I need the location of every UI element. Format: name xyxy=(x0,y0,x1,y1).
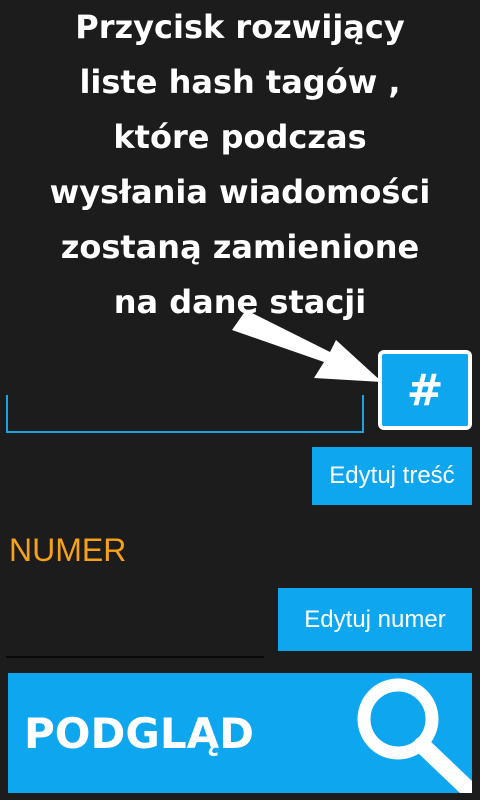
number-label: NUMER xyxy=(9,532,127,568)
message-input[interactable] xyxy=(6,395,364,433)
annotation-line: zostaną zamienione xyxy=(60,228,420,266)
hash-icon: # xyxy=(406,364,444,416)
search-icon xyxy=(357,678,472,793)
annotation-line: Przycisk rozwijący xyxy=(75,8,405,46)
annotation-line: liste hash tagów , xyxy=(79,63,401,101)
preview-button[interactable]: PODGLĄD xyxy=(8,673,472,793)
annotation-text: Przycisk rozwijący liste hash tagów , kt… xyxy=(0,0,480,330)
annotation-line: wysłania wiadomości xyxy=(49,173,431,211)
preview-button-label: PODGLĄD xyxy=(24,709,254,758)
number-input[interactable] xyxy=(6,620,264,658)
annotation-line: które podczas xyxy=(113,118,367,156)
edit-number-button[interactable]: Edytuj numer xyxy=(278,588,472,651)
annotation-arrow-icon xyxy=(232,310,382,382)
hashtag-list-button[interactable]: # xyxy=(378,350,472,430)
edit-content-button[interactable]: Edytuj treść xyxy=(312,447,472,505)
